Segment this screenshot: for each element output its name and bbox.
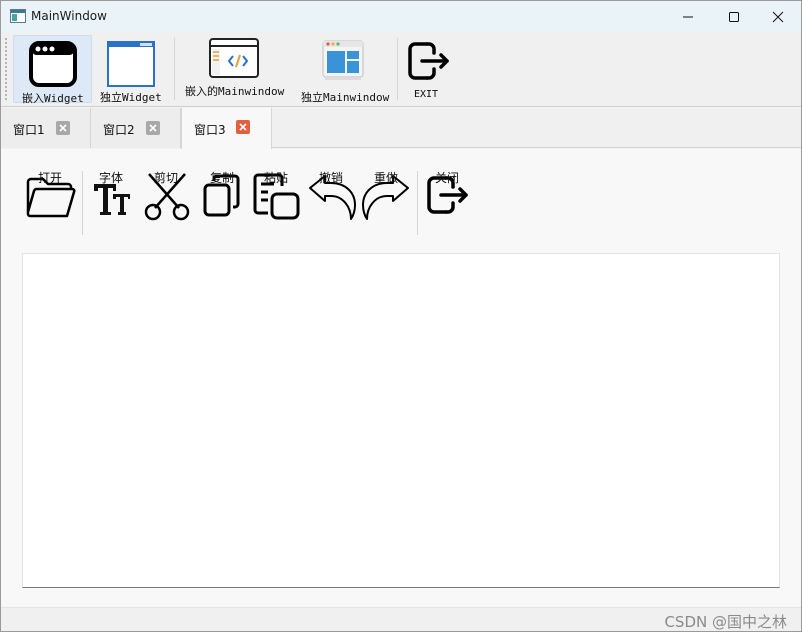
- cut-button[interactable]: 剪切: [141, 169, 193, 241]
- text-editor[interactable]: [22, 253, 780, 588]
- tab-page-window3: 打开 字体 剪切 复制 粘贴 撤销 重做 关闭: [1, 149, 801, 607]
- embedded-window-icon: [29, 41, 77, 87]
- watermark-text: CSDN @国中之林: [664, 613, 787, 631]
- tab-window3[interactable]: 窗口3: [181, 108, 272, 149]
- close-page-button[interactable]: 关闭: [421, 169, 471, 241]
- close-icon: [772, 11, 784, 22]
- toolbar-embedded-widget-button[interactable]: 嵌入Widget: [13, 35, 92, 105]
- toolbar-grip[interactable]: [5, 38, 8, 100]
- copy-label: 复制: [210, 171, 235, 185]
- code-window-icon: [209, 38, 259, 78]
- maximize-icon: [729, 11, 739, 22]
- toolbar-separator: [397, 38, 398, 100]
- close-icon: [59, 124, 67, 132]
- toolbar-embedded-mainwindow-button[interactable]: 嵌入的Mainwindow: [182, 35, 286, 103]
- close-window-button[interactable]: [755, 1, 801, 32]
- toolbar-item-label: EXIT: [414, 89, 439, 100]
- toolbar-item-label: 独立Mainwindow: [301, 91, 390, 104]
- main-window: MainWindow 嵌入Widget 独立Widget 嵌入的Mainwind…: [0, 0, 802, 632]
- redo-button[interactable]: 重做: [359, 169, 413, 241]
- tab-window1[interactable]: 窗口1: [1, 108, 91, 148]
- font-button[interactable]: 字体: [87, 169, 137, 241]
- tab-label: 窗口1: [13, 123, 45, 137]
- tab-close-button[interactable]: [56, 121, 70, 135]
- open-button[interactable]: 打开: [23, 169, 79, 241]
- undo-label: 撤销: [319, 171, 344, 185]
- tab-bar: 窗口1 窗口2 窗口3: [1, 108, 801, 149]
- toolbar-standalone-widget-button[interactable]: 独立Widget: [95, 35, 167, 104]
- minimize-icon: [683, 16, 693, 17]
- title-bar: MainWindow: [1, 1, 801, 32]
- toolbar-separator: [174, 38, 175, 100]
- tab-label: 窗口2: [103, 123, 135, 137]
- toolbar-item-label: 独立Widget: [100, 91, 162, 104]
- toolbar-exit-button[interactable]: EXIT: [402, 35, 454, 103]
- toolbar-item-label: 嵌入的Mainwindow: [185, 85, 285, 98]
- window-title: MainWindow: [31, 9, 107, 23]
- page-toolbar-separator: [417, 171, 418, 235]
- redo-label: 重做: [374, 171, 399, 185]
- undo-button[interactable]: 撤销: [305, 169, 359, 241]
- font-label: 字体: [99, 171, 124, 185]
- status-bar: CSDN @国中之林: [1, 607, 801, 631]
- tab-close-button[interactable]: [236, 120, 250, 134]
- close-icon: [149, 124, 157, 132]
- standalone-window-icon: [107, 41, 155, 87]
- exit-icon: [408, 42, 449, 80]
- layout-window-icon: [322, 40, 364, 80]
- minimize-button[interactable]: [665, 1, 711, 32]
- page-toolbar-separator: [82, 171, 83, 235]
- paste-label: 粘贴: [264, 171, 289, 185]
- copy-button[interactable]: 复制: [197, 169, 247, 241]
- close-label: 关闭: [435, 171, 460, 185]
- main-toolbar: 嵌入Widget 独立Widget 嵌入的Mainwindow 独立Mainwi…: [1, 32, 801, 107]
- toolbar-standalone-mainwindow-button[interactable]: 独立Mainwindow: [297, 35, 390, 104]
- app-window-icon: [10, 9, 26, 23]
- tab-label: 窗口3: [194, 123, 226, 137]
- tab-window2[interactable]: 窗口2: [91, 108, 181, 148]
- tab-close-button[interactable]: [146, 121, 160, 135]
- cut-label: 剪切: [154, 171, 179, 185]
- toolbar-item-label: 嵌入Widget: [22, 92, 84, 105]
- paste-button[interactable]: 粘贴: [251, 169, 303, 241]
- maximize-button[interactable]: [711, 1, 757, 32]
- open-label: 打开: [38, 171, 63, 185]
- close-icon: [239, 123, 247, 131]
